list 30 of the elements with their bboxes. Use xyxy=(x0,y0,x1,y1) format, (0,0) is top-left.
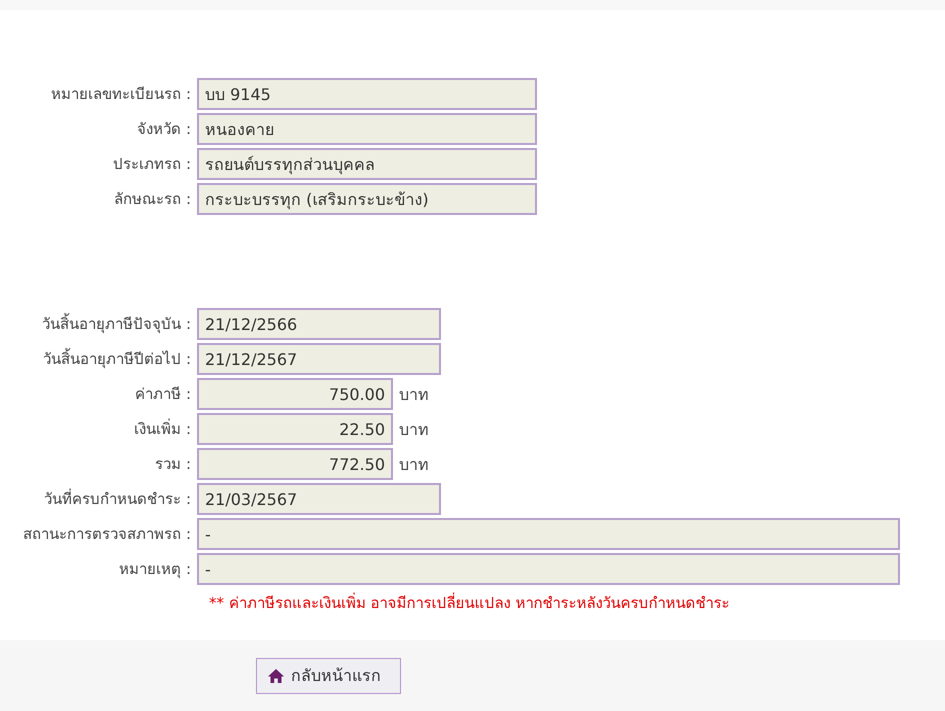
field-label: วันสิ้นอายุภาษีปีต่อไป : xyxy=(42,347,192,370)
input-field[interactable]: - xyxy=(197,553,900,585)
field-label: ประเภทรถ : xyxy=(112,154,192,175)
warning-note: ** ค่าภาษีรถและเงินเพิ่ม อาจมีการเปลี่ยนแปลง หากชำระหลังวันครบกำหนดชำระ xyxy=(209,594,730,612)
unit-label: บาท xyxy=(399,454,429,476)
input-field[interactable]: - xyxy=(197,518,900,550)
input-field[interactable]: รถยนต์บรรทุกส่วนบุคคล xyxy=(197,148,537,180)
field-label: เงินเพิ่ม : xyxy=(133,418,192,440)
home-icon xyxy=(267,668,285,684)
field-label: หมายเหตุ : xyxy=(118,559,192,580)
input-field[interactable]: 21/12/2566 xyxy=(197,308,441,340)
unit-label: บาท xyxy=(399,384,429,406)
field-label: รวม : xyxy=(154,454,192,475)
input-field[interactable]: 21/03/2567 xyxy=(197,483,441,515)
field-label: สถานะการตรวจสภาพรถ : xyxy=(22,524,192,545)
home-button[interactable]: กลับหน้าแรก xyxy=(256,658,401,694)
input-field[interactable]: 22.50 xyxy=(197,413,393,445)
input-field[interactable]: 21/12/2567 xyxy=(197,343,441,375)
field-label: วันที่ครบกำหนดชำระ : xyxy=(43,488,192,510)
unit-label: บาท xyxy=(399,418,429,440)
field-label: วันสิ้นอายุภาษีปัจจุบัน : xyxy=(41,312,192,336)
input-field[interactable]: กระบะบรรทุก (เสริมกระบะข้าง) xyxy=(197,183,537,215)
field-label: ค่าภาษี : xyxy=(134,384,192,405)
input-field[interactable]: 750.00 xyxy=(197,378,393,410)
field-label: หมายเลขทะเบียนรถ : xyxy=(50,84,192,105)
input-field[interactable]: 772.50 xyxy=(197,448,393,480)
input-field[interactable]: หนองคาย xyxy=(197,113,537,145)
field-label: ลักษณะรถ : xyxy=(113,189,192,210)
field-label: จังหวัด : xyxy=(136,119,192,140)
input-field[interactable]: บบ 9145 xyxy=(197,78,537,110)
